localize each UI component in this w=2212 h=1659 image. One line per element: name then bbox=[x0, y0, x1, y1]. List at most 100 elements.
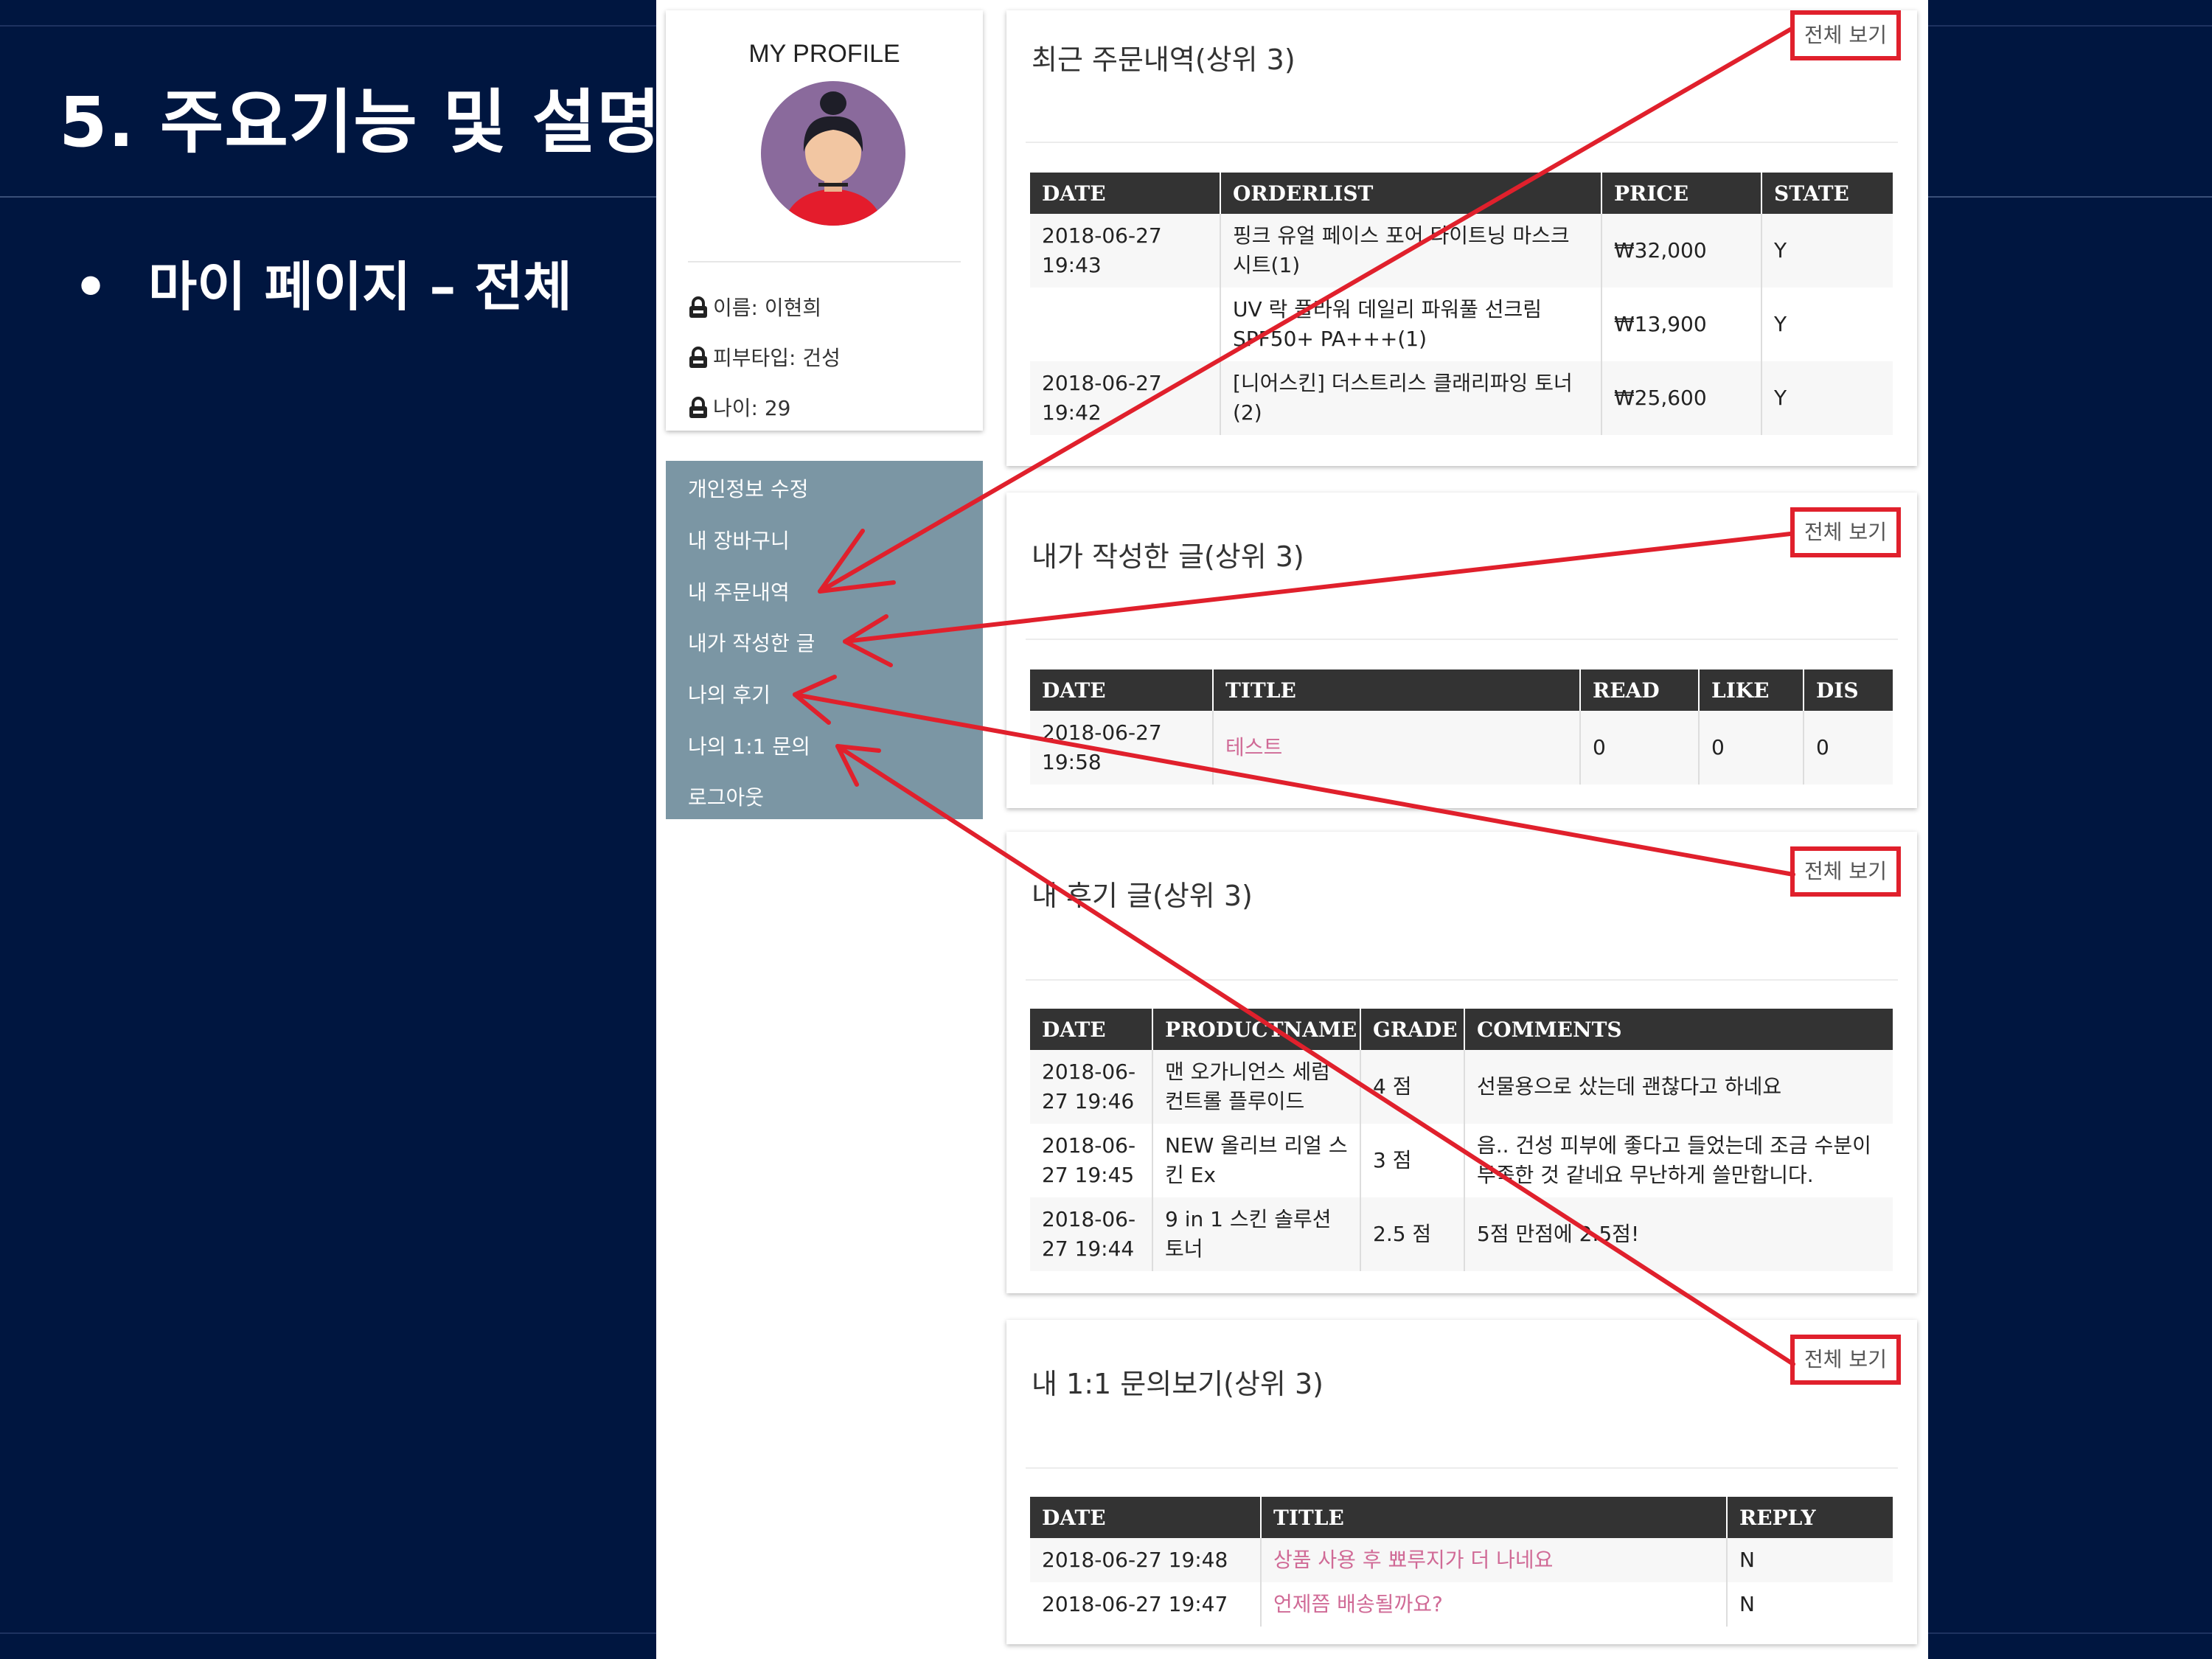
order-state: Y bbox=[1761, 214, 1893, 288]
inquiry-reply: N bbox=[1727, 1582, 1893, 1627]
orders-table: DATE ORDERLIST PRICE STATE 2018-06-27 19… bbox=[1030, 173, 1893, 435]
inquiry-date: 2018-06-27 19:47 bbox=[1030, 1582, 1262, 1627]
menu-item-logout[interactable]: 로그아웃 bbox=[688, 782, 764, 811]
lock-icon bbox=[689, 397, 707, 418]
review-date: 2018-06-27 19:46 bbox=[1030, 1050, 1153, 1124]
posts-card: 내가 작성한 글(상위 3) 전체 보기 DATE TITLE READ LIK… bbox=[1006, 493, 1917, 808]
review-grade: 3 점 bbox=[1360, 1124, 1465, 1197]
reviews-title: 내 후기 글(상위 3) bbox=[1032, 880, 1253, 912]
orders-view-all-button[interactable]: 전체 보기 bbox=[1790, 10, 1901, 60]
order-price: ₩32,000 bbox=[1601, 214, 1762, 288]
review-product: 맨 오가니언스 세럼 컨트롤 플루이드 bbox=[1152, 1050, 1361, 1124]
col-date: DATE bbox=[1030, 173, 1221, 214]
table-row: 2018-06-27 19:44 9 in 1 스킨 솔루션 토너 2.5 점 … bbox=[1030, 1197, 1893, 1271]
slide-title: 5. 주요기능 및 설명 bbox=[59, 83, 661, 163]
profile-age-row: 나이: 29 bbox=[688, 392, 790, 422]
profile-name-row: 이름: 이현희 bbox=[688, 292, 821, 321]
reviews-divider bbox=[1026, 979, 1898, 981]
col-grade: GRADE bbox=[1360, 1009, 1465, 1050]
inquiry-reply: N bbox=[1727, 1538, 1893, 1582]
inquiry-date: 2018-06-27 19:48 bbox=[1030, 1538, 1262, 1582]
orders-header-row: DATE ORDERLIST PRICE STATE bbox=[1030, 173, 1893, 214]
table-row: 2018-06-27 19:47 언제쯤 배송될까요? N bbox=[1030, 1582, 1893, 1627]
posts-title: 내가 작성한 글(상위 3) bbox=[1032, 540, 1304, 573]
inquiries-title: 내 1:1 문의보기(상위 3) bbox=[1032, 1368, 1324, 1400]
menu-item-inquiries[interactable]: 나의 1:1 문의 bbox=[688, 731, 810, 760]
orders-card: 최근 주문내역(상위 3) 전체 보기 DATE ORDERLIST PRICE… bbox=[1006, 10, 1917, 466]
reviews-header-row: DATE PRODUCTNAME GRADE COMMENTS bbox=[1030, 1009, 1893, 1050]
inquiry-title-link[interactable]: 언제쯤 배송될까요? bbox=[1261, 1582, 1728, 1627]
lock-icon bbox=[689, 347, 707, 368]
table-row: 2018-06-27 19:43 핑크 유얼 페이스 포어 타이트닝 마스크 시… bbox=[1030, 214, 1893, 288]
menu-item-edit-info[interactable]: 개인정보 수정 bbox=[688, 473, 808, 503]
col-date: DATE bbox=[1030, 1497, 1262, 1538]
profile-card: MY PROFILE 이름: 이현희 피부타입: 건성 나이: 29 bbox=[666, 10, 983, 431]
col-date: DATE bbox=[1030, 1009, 1153, 1050]
post-date: 2018-06-27 19:58 bbox=[1030, 711, 1214, 785]
col-state: STATE bbox=[1761, 173, 1893, 214]
menu-item-orders[interactable]: 내 주문내역 bbox=[688, 577, 790, 606]
menu-item-my-reviews[interactable]: 나의 후기 bbox=[688, 679, 771, 709]
review-comment: 선물용으로 샀는데 괜찮다고 하네요 bbox=[1464, 1050, 1893, 1124]
orders-divider bbox=[1026, 142, 1898, 143]
col-price: PRICE bbox=[1601, 173, 1762, 214]
mypage-screenshot: MY PROFILE 이름: 이현희 피부타입: 건성 나이: 29 개인정보 bbox=[656, 0, 1928, 1659]
col-title: TITLE bbox=[1261, 1497, 1728, 1538]
review-grade: 4 점 bbox=[1360, 1050, 1465, 1124]
mypage-menu: 개인정보 수정 내 장바구니 내 주문내역 내가 작성한 글 나의 후기 나의 … bbox=[666, 461, 983, 819]
posts-table: DATE TITLE READ LIKE DIS 2018-06-27 19:5… bbox=[1030, 669, 1893, 785]
col-dis: DIS bbox=[1804, 669, 1893, 711]
col-title: TITLE bbox=[1213, 669, 1581, 711]
order-date bbox=[1030, 288, 1221, 361]
post-read-count: 0 bbox=[1580, 711, 1700, 785]
inquiry-title-link[interactable]: 상품 사용 후 뾰루지가 더 나네요 bbox=[1261, 1538, 1728, 1582]
table-row: 2018-06-27 19:58 테스트 0 0 0 bbox=[1030, 711, 1893, 785]
posts-header-row: DATE TITLE READ LIKE DIS bbox=[1030, 669, 1893, 711]
col-reply: REPLY bbox=[1727, 1497, 1893, 1538]
review-grade: 2.5 점 bbox=[1360, 1197, 1465, 1271]
inquiries-header-row: DATE TITLE REPLY bbox=[1030, 1497, 1893, 1538]
reviews-view-all-button[interactable]: 전체 보기 bbox=[1790, 846, 1901, 897]
profile-name: 이름: 이현희 bbox=[713, 296, 822, 320]
profile-title: MY PROFILE bbox=[748, 40, 900, 68]
reviews-table: DATE PRODUCTNAME GRADE COMMENTS 2018-06-… bbox=[1030, 1009, 1893, 1271]
order-date: 2018-06-27 19:43 bbox=[1030, 214, 1221, 288]
posts-divider bbox=[1026, 639, 1898, 640]
profile-skin-row: 피부타입: 건성 bbox=[688, 342, 841, 372]
review-comment: 음.. 건성 피부에 좋다고 들었는데 조금 수분이 부족한 것 같네요 무난하… bbox=[1464, 1124, 1893, 1197]
post-title-link[interactable]: 테스트 bbox=[1213, 711, 1581, 785]
col-productname: PRODUCTNAME bbox=[1152, 1009, 1361, 1050]
review-comment: 5점 만점에 2.5점! bbox=[1464, 1197, 1893, 1271]
table-row: UV 락 플라워 데일리 파워풀 선크림 SPF50+ PA+++(1) ₩13… bbox=[1030, 288, 1893, 361]
order-state: Y bbox=[1761, 361, 1893, 435]
menu-item-cart[interactable]: 내 장바구니 bbox=[688, 525, 790, 554]
order-price: ₩13,900 bbox=[1601, 288, 1762, 361]
order-date: 2018-06-27 19:42 bbox=[1030, 361, 1221, 435]
order-item: 핑크 유얼 페이스 포어 타이트닝 마스크 시트(1) bbox=[1220, 214, 1602, 288]
table-row: 2018-06-27 19:46 맨 오가니언스 세럼 컨트롤 플루이드 4 점… bbox=[1030, 1050, 1893, 1124]
order-item: UV 락 플라워 데일리 파워풀 선크림 SPF50+ PA+++(1) bbox=[1220, 288, 1602, 361]
bullet-text: 마이 페이지 – 전체 bbox=[148, 256, 572, 318]
table-row: 2018-06-27 19:45 NEW 올리브 리얼 스킨 Ex 3 점 음.… bbox=[1030, 1124, 1893, 1197]
inquiries-divider bbox=[1026, 1467, 1898, 1469]
order-price: ₩25,600 bbox=[1601, 361, 1762, 435]
slide-bullet: • 마이 페이지 – 전체 bbox=[74, 243, 572, 321]
col-comments: COMMENTS bbox=[1464, 1009, 1893, 1050]
profile-age: 나이: 29 bbox=[713, 396, 791, 420]
lock-icon bbox=[689, 296, 707, 318]
posts-view-all-button[interactable]: 전체 보기 bbox=[1790, 507, 1901, 557]
col-date: DATE bbox=[1030, 669, 1214, 711]
woman-avatar-icon bbox=[761, 81, 905, 226]
review-date: 2018-06-27 19:44 bbox=[1030, 1197, 1153, 1271]
menu-item-my-posts[interactable]: 내가 작성한 글 bbox=[688, 627, 815, 657]
post-dislike-count: 0 bbox=[1804, 711, 1893, 785]
post-like-count: 0 bbox=[1699, 711, 1804, 785]
table-row: 2018-06-27 19:48 상품 사용 후 뾰루지가 더 나네요 N bbox=[1030, 1538, 1893, 1582]
col-read: READ bbox=[1580, 669, 1700, 711]
orders-title: 최근 주문내역(상위 3) bbox=[1032, 44, 1295, 76]
col-like: LIKE bbox=[1699, 669, 1804, 711]
inquiries-view-all-button[interactable]: 전체 보기 bbox=[1790, 1335, 1901, 1385]
order-item: [니어스킨] 더스트리스 클래리파잉 토너(2) bbox=[1220, 361, 1602, 435]
order-state: Y bbox=[1761, 288, 1893, 361]
profile-skin-type: 피부타입: 건성 bbox=[713, 346, 841, 370]
